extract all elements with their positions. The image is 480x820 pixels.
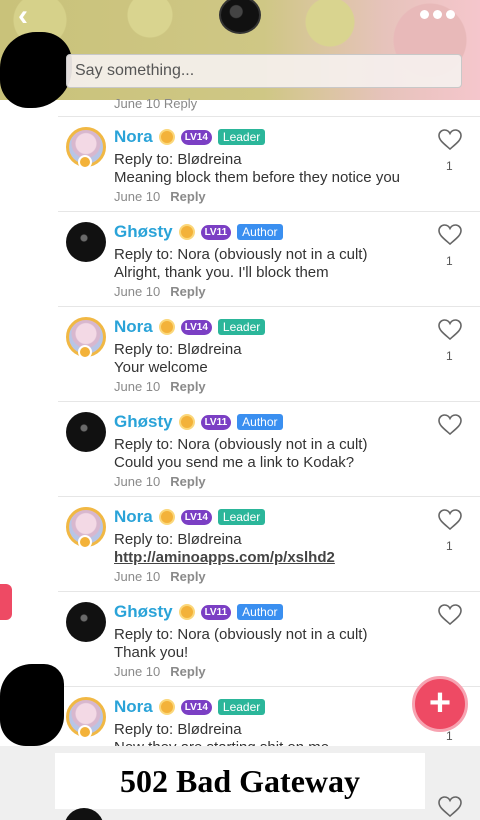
avatar[interactable]	[66, 602, 106, 642]
username[interactable]: Ghøsty	[114, 222, 173, 242]
reply-to-text: Reply to: Blødreina	[114, 341, 242, 358]
reply-to-text: Reply to: Blødreina	[114, 151, 242, 168]
username[interactable]: Ghøsty	[114, 412, 173, 432]
level-badge: LV14	[180, 509, 212, 525]
comment-text: Thank you!	[114, 644, 189, 661]
level-badge: LV11	[200, 604, 232, 620]
comment-text: Could you send me a link to Kodak?	[114, 454, 355, 471]
level-badge: LV14	[180, 699, 212, 715]
reply-button[interactable]: Reply	[170, 474, 205, 489]
comment-item: Ghøsty LV11 Author Reply to: Nora (obvious…	[58, 591, 480, 686]
role-badge: Author	[237, 604, 283, 620]
username[interactable]: Nora	[114, 697, 153, 717]
comment-text: Your welcome	[114, 359, 208, 376]
error-banner: 502 Bad Gateway	[55, 753, 425, 809]
avatar[interactable]	[66, 222, 106, 262]
role-badge: Author	[237, 414, 283, 430]
reply-to-text: Reply to: Blødreina	[114, 721, 242, 738]
comment-date: June 10	[114, 474, 161, 489]
role-badge: Leader	[217, 509, 266, 525]
username[interactable]: Nora	[114, 127, 153, 147]
reply-button[interactable]: Reply	[170, 189, 205, 204]
comment-item: Ghøsty LV11 Author Reply to: Nora (obvious…	[58, 211, 480, 306]
comment-date: June 10	[114, 569, 161, 584]
like-count: 1	[446, 254, 453, 268]
avatar[interactable]	[66, 412, 106, 452]
reply-to-text: Reply to: Nora (obviously not in a cult)	[114, 436, 368, 453]
comment-date: June 10	[114, 664, 161, 679]
medal-icon	[158, 319, 175, 335]
reply-button[interactable]: Reply	[170, 569, 205, 584]
like-count: 1	[446, 539, 453, 553]
level-dot-icon	[78, 535, 92, 549]
comment-list: Nora LV14 Leader Reply to: Blødreina Meani…	[0, 116, 480, 781]
level-dot-icon	[78, 155, 92, 169]
medal-icon	[178, 414, 195, 430]
reply-button[interactable]: Reply	[170, 284, 205, 299]
role-badge: Leader	[217, 129, 266, 145]
medal-icon	[158, 129, 175, 145]
medal-icon	[158, 509, 175, 525]
level-dot-icon	[78, 345, 92, 359]
comment-item: Nora LV14 Leader Reply to: Blødreina Your …	[58, 306, 480, 401]
add-fab-button[interactable]: +	[412, 676, 468, 732]
heart-icon[interactable]	[438, 129, 462, 151]
medal-icon	[178, 224, 195, 240]
reply-to-text: Reply to: Blødreina	[114, 531, 242, 548]
heart-icon[interactable]	[438, 604, 462, 626]
level-badge: LV11	[200, 414, 232, 430]
back-button[interactable]: ‹	[18, 1, 48, 32]
level-badge: LV14	[180, 129, 212, 145]
comment-date: June 10	[114, 189, 161, 204]
heart-icon[interactable]	[438, 319, 462, 341]
medal-icon	[178, 604, 195, 620]
comment-date: June 10	[114, 379, 161, 394]
clipped-meta: June 10 Reply	[114, 96, 198, 111]
error-text: 502 Bad Gateway	[120, 762, 360, 799]
username[interactable]: Ghøsty	[114, 602, 173, 622]
comment-input[interactable]: Say something...	[66, 54, 462, 88]
like-count: 1	[446, 159, 453, 173]
reply-button[interactable]: Reply	[170, 664, 205, 679]
comment-link[interactable]: http://aminoapps.com/p/xslhd2	[114, 549, 335, 566]
heart-icon[interactable]	[438, 414, 462, 436]
comment-text: Alright, thank you. I'll block them	[114, 264, 329, 281]
level-badge: LV11	[200, 224, 232, 240]
chat-avatar[interactable]	[219, 0, 261, 34]
role-badge: Author	[237, 224, 283, 240]
username[interactable]: Nora	[114, 317, 153, 337]
comment-item: Ghøsty LV11 Author Reply to: Nora (obvious…	[58, 401, 480, 496]
reply-button[interactable]: Reply	[170, 379, 205, 394]
username[interactable]: Nora	[114, 507, 153, 527]
heart-icon[interactable]	[438, 509, 462, 531]
comment-item: Nora LV14 Leader Reply to: Blødreina http:…	[58, 496, 480, 591]
comment-text: Meaning block them before they notice yo…	[114, 169, 401, 186]
level-badge: LV14	[180, 319, 212, 335]
like-count: 1	[446, 349, 453, 363]
medal-icon	[158, 699, 175, 715]
heart-icon[interactable]	[438, 224, 462, 246]
reply-to-text: Reply to: Nora (obviously not in a cult)	[114, 246, 368, 263]
heart-icon[interactable]	[438, 796, 462, 818]
more-dots-icon[interactable]	[420, 6, 460, 22]
comment-item: Nora LV14 Leader Reply to: Blødreina Meani…	[58, 116, 480, 211]
role-badge: Leader	[217, 699, 266, 715]
redaction-scribble	[0, 664, 64, 746]
role-badge: Leader	[217, 319, 266, 335]
level-dot-icon	[78, 725, 92, 739]
reply-to-text: Reply to: Nora (obviously not in a cult)	[114, 626, 368, 643]
side-menu-tab[interactable]	[0, 584, 12, 620]
comment-date: June 10	[114, 284, 161, 299]
